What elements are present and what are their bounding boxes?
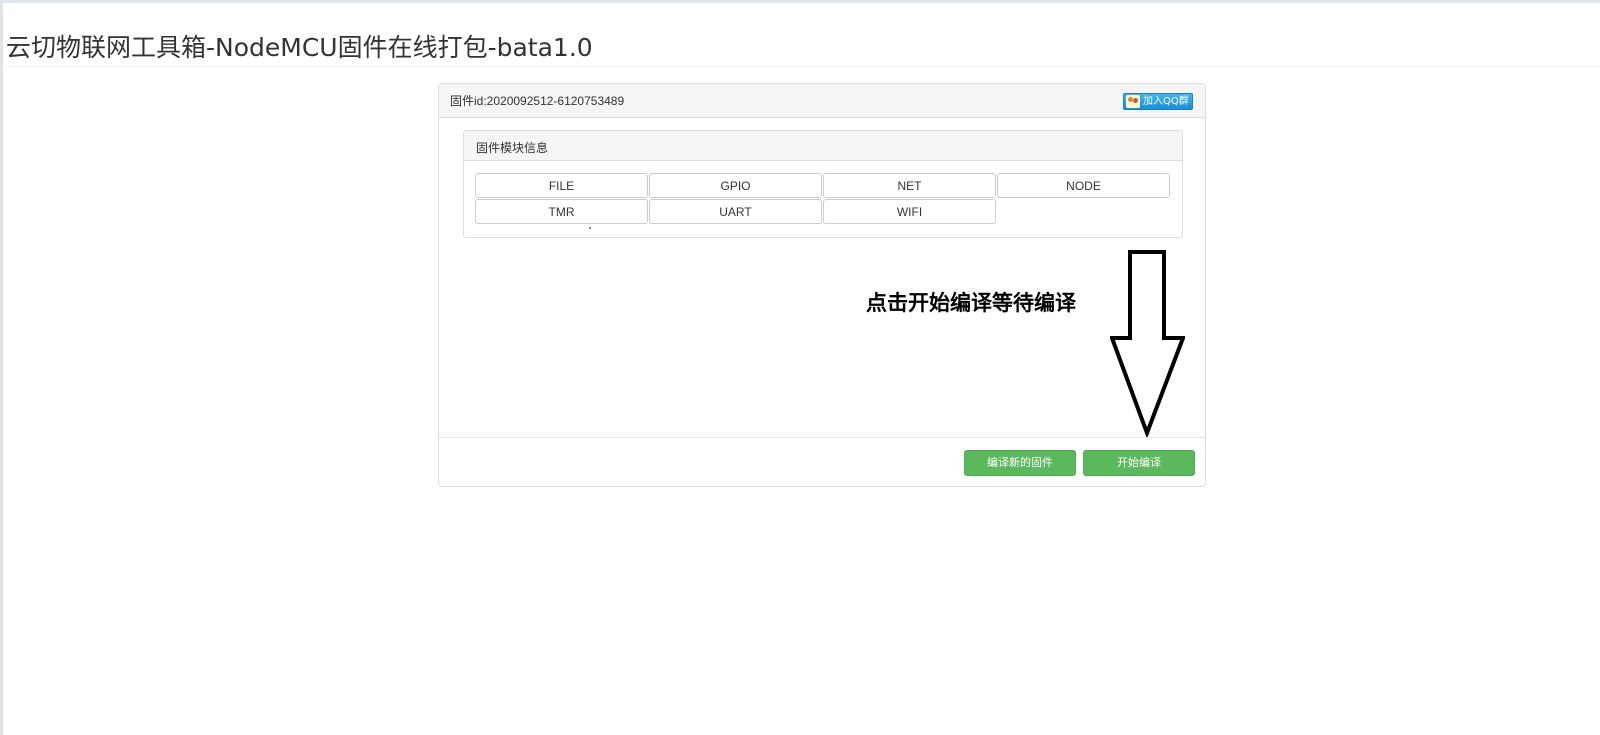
page-title: 云切物联网工具箱-NodeMCU固件在线打包-bata1.0 bbox=[6, 33, 593, 62]
firmware-id: 固件id:2020092512-6120753489 bbox=[450, 94, 625, 108]
module-gpio[interactable]: GPIO bbox=[649, 173, 822, 198]
module-node[interactable]: NODE bbox=[997, 173, 1170, 198]
module-grid: FILE GPIO NET NODE TMR UART WIFI bbox=[475, 173, 1172, 225]
annotation-text: 点击开始编译等待编译 bbox=[866, 291, 1076, 315]
module-tmr[interactable]: TMR bbox=[475, 199, 648, 224]
title-divider bbox=[6, 66, 1600, 67]
firmware-panel-heading: 固件id:2020092512-6120753489 加入QQ群 bbox=[439, 84, 1205, 118]
window-left-border bbox=[0, 0, 3, 735]
firmware-panel: 固件id:2020092512-6120753489 加入QQ群 固件模块信息 … bbox=[438, 83, 1206, 487]
module-net[interactable]: NET bbox=[823, 173, 996, 198]
module-info-title: 固件模块信息 bbox=[476, 141, 549, 155]
stray-dot bbox=[589, 227, 591, 229]
module-uart[interactable]: UART bbox=[649, 199, 822, 224]
down-arrow-icon bbox=[1110, 250, 1185, 437]
join-qq-group-button[interactable]: 加入QQ群 bbox=[1123, 93, 1193, 110]
module-file[interactable]: FILE bbox=[475, 173, 648, 198]
panel-footer-divider bbox=[439, 437, 1205, 438]
join-qq-group-label: 加入QQ群 bbox=[1143, 96, 1189, 107]
compile-new-firmware-button[interactable]: 编译新的固件 bbox=[964, 450, 1076, 476]
window-top-border bbox=[0, 0, 1600, 3]
module-wifi[interactable]: WIFI bbox=[823, 199, 996, 224]
module-info-panel: 固件模块信息 FILE GPIO NET NODE TMR UART WIFI bbox=[463, 130, 1183, 238]
qq-group-icon bbox=[1126, 95, 1140, 108]
module-info-heading: 固件模块信息 bbox=[464, 131, 1182, 161]
start-compile-button[interactable]: 开始编译 bbox=[1083, 450, 1195, 476]
